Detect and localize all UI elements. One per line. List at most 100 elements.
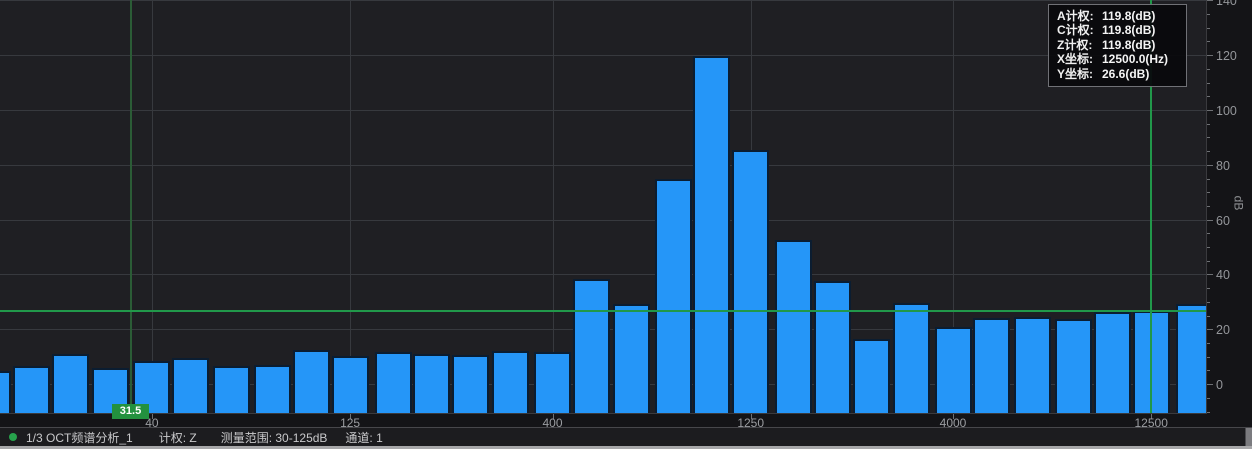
y-minor-tick (1207, 14, 1210, 15)
spectrum-bar-500hz[interactable] (573, 279, 610, 414)
y-tick-label: 100 (1216, 105, 1250, 117)
readout-value: 119.8(dB) (1102, 9, 1155, 23)
horizontal-gridline (0, 0, 1207, 1)
y-axis-title: dB (1231, 196, 1245, 211)
y-major-tick (1207, 55, 1213, 56)
spectrum-bar-20hz[interactable] (13, 366, 50, 414)
y-tick-label: 120 (1216, 50, 1250, 62)
y-minor-tick (1207, 192, 1210, 193)
vertical-gridline (350, 0, 351, 414)
y-major-tick (1207, 0, 1213, 1)
readout-row-a-weight: A计权:119.8(dB) (1057, 9, 1178, 23)
spectrum-bar-1000hz[interactable] (693, 56, 730, 414)
spectrum-bar-16hz[interactable] (0, 371, 11, 414)
spectrum-bar-200hz[interactable] (413, 354, 450, 414)
y-minor-tick (1207, 302, 1210, 303)
y-major-tick (1207, 329, 1213, 330)
status-bar: 1/3 OCT频谱分析_1 计权: Z 测量范围: 30-125dB 通道: 1 (0, 427, 1252, 446)
spectrum-bar-3150hz[interactable] (893, 303, 930, 414)
readout-row-y-coord: Y坐标:26.6(dB) (1057, 67, 1178, 81)
measurement-title: 1/3 OCT频谱分析_1 (26, 429, 133, 446)
spectrum-bar-16000hz[interactable] (1176, 304, 1207, 415)
cursor-readout-tooltip: A计权:119.8(dB) C计权:119.8(dB) Z计权:119.8(dB… (1048, 4, 1187, 87)
frequency-marker-badge[interactable]: 31.5 (112, 404, 149, 419)
spectrum-bar-160hz[interactable] (375, 352, 412, 414)
readout-value: 119.8(dB) (1102, 23, 1155, 37)
corner-grip[interactable] (1245, 428, 1252, 446)
y-minor-tick (1207, 206, 1210, 207)
y-tick-label: 80 (1216, 160, 1250, 172)
spectrum-plot[interactable] (0, 0, 1207, 414)
y-minor-tick (1207, 179, 1210, 180)
y-tick-label: 0 (1216, 379, 1250, 391)
y-minor-tick (1207, 343, 1210, 344)
y-major-tick (1207, 384, 1213, 385)
y-minor-tick (1207, 124, 1210, 125)
readout-row-x-coord: X坐标:12500.0(Hz) (1057, 52, 1178, 66)
horizontal-gridline (0, 220, 1207, 221)
spectrum-bar-80hz[interactable] (254, 365, 291, 414)
spectrum-bar-800hz[interactable] (655, 179, 692, 414)
spectrum-bar-6300hz[interactable] (1014, 317, 1051, 414)
spectrum-bar-2500hz[interactable] (853, 339, 890, 414)
spectrum-bar-1600hz[interactable] (775, 240, 812, 414)
readout-label: A计权: (1057, 9, 1102, 23)
vertical-gridline (152, 0, 153, 414)
spectrum-bar-100hz[interactable] (293, 350, 330, 414)
y-minor-tick (1207, 96, 1210, 97)
readout-value: 119.8(dB) (1102, 38, 1155, 52)
measurement-status-indicator-icon (9, 433, 17, 441)
y-minor-tick (1207, 370, 1210, 371)
readout-row-z-weight: Z计权:119.8(dB) (1057, 38, 1178, 52)
y-axis: dB 020406080100120140 (1207, 0, 1252, 414)
y-minor-tick (1207, 137, 1210, 138)
horizontal-gridline (0, 274, 1207, 275)
spectrum-bar-1250hz[interactable] (732, 150, 769, 414)
y-minor-tick (1207, 69, 1210, 70)
spectrum-bar-315hz[interactable] (492, 351, 529, 414)
measurement-range-info: 测量范围: 30-125dB (221, 429, 328, 446)
spectrum-bar-400hz[interactable] (534, 352, 571, 414)
y-tick-label: 20 (1216, 324, 1250, 336)
y-minor-tick (1207, 83, 1210, 84)
spectrum-bar-63hz[interactable] (213, 366, 250, 414)
y-major-tick (1207, 110, 1213, 111)
spectrum-bar-4000hz[interactable] (935, 327, 972, 414)
spectrum-bar-10000hz[interactable] (1094, 312, 1131, 414)
y-tick-label: 140 (1216, 0, 1250, 7)
spectrum-bar-250hz[interactable] (452, 355, 489, 415)
readout-value: 26.6(dB) (1102, 67, 1149, 81)
y-minor-tick (1207, 316, 1210, 317)
x-axis: 401254001250400012500 (0, 414, 1207, 428)
readout-value: 12500.0(Hz) (1102, 52, 1168, 66)
readout-label: Y坐标: (1057, 67, 1102, 81)
horizontal-gridline (0, 55, 1207, 56)
spectrum-bar-2000hz[interactable] (814, 281, 851, 414)
y-major-tick (1207, 220, 1213, 221)
spectrum-bar-25hz[interactable] (52, 354, 89, 414)
readout-label: X坐标: (1057, 52, 1102, 66)
weighting-info: 计权: Z (159, 429, 197, 446)
readout-label: Z计权: (1057, 38, 1102, 52)
readout-row-c-weight: C计权:119.8(dB) (1057, 23, 1178, 37)
spectrum-bar-50hz[interactable] (172, 358, 209, 415)
y-minor-tick (1207, 261, 1210, 262)
spectrum-bar-5000hz[interactable] (973, 318, 1010, 414)
y-minor-tick (1207, 28, 1210, 29)
channel-info: 通道: 1 (345, 429, 382, 446)
y-minor-tick (1207, 247, 1210, 248)
marker-cursor-line[interactable] (130, 0, 132, 414)
y-tick-label: 40 (1216, 269, 1250, 281)
y-minor-tick (1207, 357, 1210, 358)
y-cursor-line[interactable] (0, 310, 1207, 312)
readout-label: C计权: (1057, 23, 1102, 37)
y-minor-tick (1207, 233, 1210, 234)
y-major-tick (1207, 274, 1213, 275)
spectrum-bar-125hz[interactable] (332, 356, 369, 414)
y-minor-tick (1207, 41, 1210, 42)
spectrum-bar-630hz[interactable] (613, 304, 650, 414)
spectrum-bar-8000hz[interactable] (1055, 319, 1092, 414)
horizontal-gridline (0, 165, 1207, 166)
y-minor-tick (1207, 398, 1210, 399)
spectrum-analyzer-window: dB 020406080100120140 401254001250400012… (0, 0, 1252, 449)
